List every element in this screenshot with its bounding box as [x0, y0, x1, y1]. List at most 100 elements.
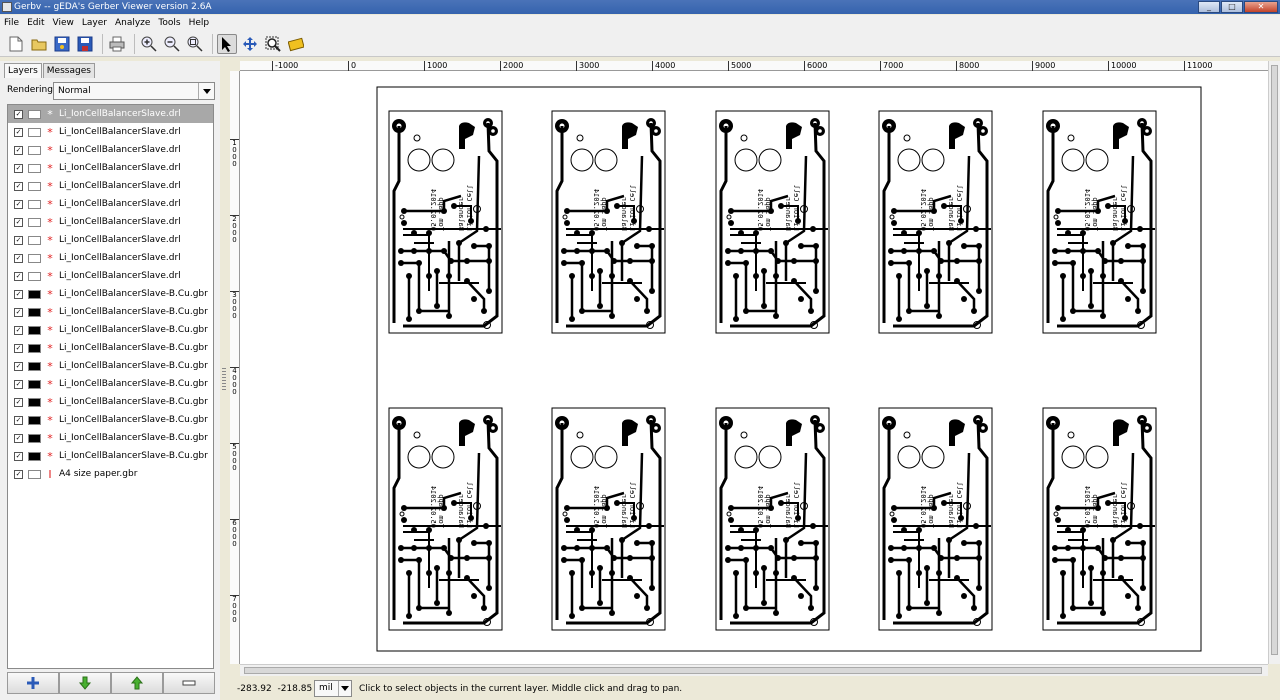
pan-tool-button[interactable]: [240, 34, 260, 54]
pointer-tool-button[interactable]: [217, 33, 237, 54]
layer-visible-checkbox[interactable]: ✓: [14, 127, 23, 137]
menu-help[interactable]: Help: [185, 15, 214, 31]
layer-color-swatch[interactable]: [28, 325, 41, 335]
pcb-board-instance[interactable]: Li-ion CellBalancer Tom Sapp05.02.2014: [387, 109, 504, 335]
layer-color-swatch[interactable]: [28, 451, 41, 461]
layer-color-swatch[interactable]: [28, 181, 41, 191]
layer-row[interactable]: ✓ * Li_IonCellBalancerSlave.drl: [8, 141, 213, 159]
layer-visible-checkbox[interactable]: ✓: [14, 181, 23, 191]
layer-color-swatch[interactable]: [28, 379, 41, 389]
layer-color-swatch[interactable]: [28, 433, 41, 443]
maximize-button[interactable]: □: [1221, 1, 1243, 13]
pcb-board-instance[interactable]: Li-ion CellBalancer Tom Sapp05.02.2014: [1041, 109, 1158, 335]
pcb-board-instance[interactable]: Li-ion CellBalancer Tom Sapp05.02.2014: [714, 109, 831, 335]
layer-visible-checkbox[interactable]: ✓: [14, 469, 23, 479]
rendering-select[interactable]: Normal: [53, 82, 215, 100]
layer-visible-checkbox[interactable]: ✓: [14, 343, 23, 353]
measure-tool-button[interactable]: [286, 34, 306, 54]
tab-messages[interactable]: Messages: [42, 63, 95, 78]
layer-color-swatch[interactable]: [28, 415, 41, 425]
layer-row[interactable]: ✓ * Li_IonCellBalancerSlave.drl: [8, 159, 213, 177]
menu-edit[interactable]: Edit: [23, 15, 48, 31]
layer-row[interactable]: ✓ I A4 size paper.gbr: [8, 465, 213, 483]
new-file-button[interactable]: [6, 34, 26, 54]
layer-visible-checkbox[interactable]: ✓: [14, 271, 23, 281]
minimize-button[interactable]: _: [1198, 1, 1220, 13]
layer-row[interactable]: ✓ * Li_IonCellBalancerSlave-B.Cu.gbr: [8, 393, 213, 411]
zoom-in-button[interactable]: [139, 34, 159, 54]
layer-color-swatch[interactable]: [28, 217, 41, 227]
layer-visible-checkbox[interactable]: ✓: [14, 235, 23, 245]
layer-row[interactable]: ✓ * Li_IonCellBalancerSlave.drl: [8, 177, 213, 195]
pcb-board-instance[interactable]: Li-ion CellBalancer Tom Sapp05.02.2014: [550, 109, 667, 335]
pcb-board-instance[interactable]: Li-ion CellBalancer Tom Sapp05.02.2014: [877, 109, 994, 335]
layer-color-swatch[interactable]: [28, 253, 41, 263]
layer-row[interactable]: ✓ * Li_IonCellBalancerSlave.drl: [8, 105, 213, 123]
print-button[interactable]: [107, 34, 127, 54]
layer-visible-checkbox[interactable]: ✓: [14, 379, 23, 389]
layer-row[interactable]: ✓ * Li_IonCellBalancerSlave.drl: [8, 249, 213, 267]
layer-row[interactable]: ✓ * Li_IonCellBalancerSlave.drl: [8, 213, 213, 231]
layer-visible-checkbox[interactable]: ✓: [14, 199, 23, 209]
layer-row[interactable]: ✓ * Li_IonCellBalancerSlave.drl: [8, 231, 213, 249]
layer-color-swatch[interactable]: [28, 289, 41, 299]
layer-visible-checkbox[interactable]: ✓: [14, 451, 23, 461]
layer-row[interactable]: ✓ * Li_IonCellBalancerSlave-B.Cu.gbr: [8, 339, 213, 357]
layer-color-swatch[interactable]: [28, 307, 41, 317]
menu-view[interactable]: View: [49, 15, 78, 31]
layer-visible-checkbox[interactable]: ✓: [14, 145, 23, 155]
layer-visible-checkbox[interactable]: ✓: [14, 109, 23, 119]
open-button[interactable]: [29, 34, 49, 54]
save-button[interactable]: [75, 34, 95, 54]
layer-row[interactable]: ✓ * Li_IonCellBalancerSlave.drl: [8, 123, 213, 141]
menu-analyze[interactable]: Analyze: [111, 15, 154, 31]
menu-tools[interactable]: Tools: [154, 15, 184, 31]
layer-row[interactable]: ✓ * Li_IonCellBalancerSlave-B.Cu.gbr: [8, 375, 213, 393]
drawing-canvas[interactable]: Li-ion Cell Balancer Tom Sapp 05.02.2014 Li-…: [240, 71, 1268, 664]
revert-button[interactable]: [52, 34, 72, 54]
layer-color-swatch[interactable]: [28, 343, 41, 353]
layer-row[interactable]: ✓ * Li_IonCellBalancerSlave-B.Cu.gbr: [8, 357, 213, 375]
move-layer-down-button[interactable]: [59, 672, 111, 694]
layer-visible-checkbox[interactable]: ✓: [14, 289, 23, 299]
move-layer-up-button[interactable]: [111, 672, 163, 694]
horizontal-scroll-thumb[interactable]: [244, 667, 1262, 674]
tab-layers[interactable]: Layers: [4, 63, 42, 78]
layer-color-swatch[interactable]: [28, 163, 41, 173]
layer-color-swatch[interactable]: [28, 397, 41, 407]
layer-row[interactable]: ✓ * Li_IonCellBalancerSlave.drl: [8, 195, 213, 213]
layer-row[interactable]: ✓ * Li_IonCellBalancerSlave-B.Cu.gbr: [8, 411, 213, 429]
zoom-tool-button[interactable]: [263, 34, 283, 54]
layer-visible-checkbox[interactable]: ✓: [14, 307, 23, 317]
unit-select[interactable]: mil: [314, 680, 352, 697]
layer-color-swatch[interactable]: [28, 109, 41, 119]
add-layer-button[interactable]: [7, 672, 59, 694]
layer-row[interactable]: ✓ * Li_IonCellBalancerSlave-B.Cu.gbr: [8, 303, 213, 321]
vertical-scrollbar[interactable]: [1268, 61, 1280, 664]
pcb-board-instance[interactable]: Li-ion CellBalancer Tom Sapp05.02.2014: [1041, 406, 1158, 632]
layer-visible-checkbox[interactable]: ✓: [14, 253, 23, 263]
layer-color-swatch[interactable]: [28, 235, 41, 245]
close-button[interactable]: ✕: [1244, 1, 1278, 13]
layer-row[interactable]: ✓ * Li_IonCellBalancerSlave-B.Cu.gbr: [8, 285, 213, 303]
layer-color-swatch[interactable]: [28, 361, 41, 371]
layer-color-swatch[interactable]: [28, 469, 41, 479]
layer-visible-checkbox[interactable]: ✓: [14, 325, 23, 335]
pcb-board-instance[interactable]: Li-ion CellBalancer Tom Sapp05.02.2014: [550, 406, 667, 632]
zoom-fit-button[interactable]: [185, 34, 205, 54]
layer-visible-checkbox[interactable]: ✓: [14, 397, 23, 407]
layer-row[interactable]: ✓ * Li_IonCellBalancerSlave.drl: [8, 267, 213, 285]
layer-visible-checkbox[interactable]: ✓: [14, 163, 23, 173]
pane-resize-handle[interactable]: [222, 368, 226, 390]
zoom-out-button[interactable]: [162, 34, 182, 54]
layer-visible-checkbox[interactable]: ✓: [14, 217, 23, 227]
remove-layer-button[interactable]: [163, 672, 215, 694]
layer-color-swatch[interactable]: [28, 199, 41, 209]
pcb-board-instance[interactable]: Li-ion CellBalancer Tom Sapp05.02.2014: [387, 406, 504, 632]
vertical-scroll-thumb[interactable]: [1271, 65, 1278, 655]
layer-visible-checkbox[interactable]: ✓: [14, 415, 23, 425]
menu-file[interactable]: File: [0, 15, 23, 31]
pcb-board-instance[interactable]: Li-ion CellBalancer Tom Sapp05.02.2014: [877, 406, 994, 632]
layer-visible-checkbox[interactable]: ✓: [14, 361, 23, 371]
layer-color-swatch[interactable]: [28, 145, 41, 155]
